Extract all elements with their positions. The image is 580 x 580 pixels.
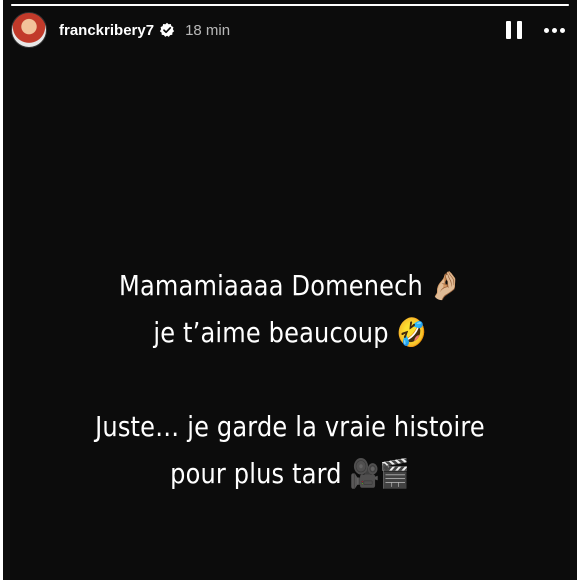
post-time: 18 min bbox=[185, 21, 231, 39]
dot bbox=[552, 27, 557, 33]
story-progress-bar bbox=[11, 4, 569, 6]
pause-icon[interactable] bbox=[506, 21, 522, 39]
dot bbox=[560, 27, 565, 33]
caption-line-2: je t’aime beaucoup 🤣 bbox=[153, 316, 427, 349]
story-progress-fill bbox=[11, 4, 569, 6]
caption-gap bbox=[43, 356, 537, 403]
username[interactable]: franckribery7 bbox=[59, 22, 154, 39]
story-frame: franckribery7 18 min Mamamiaaaa Domenech… bbox=[0, 0, 580, 580]
caption-line-1: Mamamiaaaa Domenech 🤌🏼 bbox=[119, 269, 461, 302]
caption-line-4: pour plus tard 🎥🎬 bbox=[170, 457, 410, 490]
caption-line-3: Juste… je garde la vraie histoire bbox=[95, 410, 485, 443]
story-header: franckribery7 18 min bbox=[11, 10, 569, 50]
story-caption: Mamamiaaaa Domenech 🤌🏼 je t’aime beaucou… bbox=[43, 262, 537, 497]
more-options-icon[interactable] bbox=[544, 27, 565, 33]
pause-bar-left bbox=[506, 21, 511, 39]
story-viewer[interactable]: franckribery7 18 min Mamamiaaaa Domenech… bbox=[3, 0, 577, 580]
pause-bar-right bbox=[517, 21, 522, 39]
dot bbox=[544, 27, 549, 33]
caption-cutoff-line: . . . . . . . . . . . . . bbox=[153, 572, 423, 580]
avatar[interactable] bbox=[11, 12, 47, 48]
verified-badge-icon bbox=[159, 22, 175, 37]
